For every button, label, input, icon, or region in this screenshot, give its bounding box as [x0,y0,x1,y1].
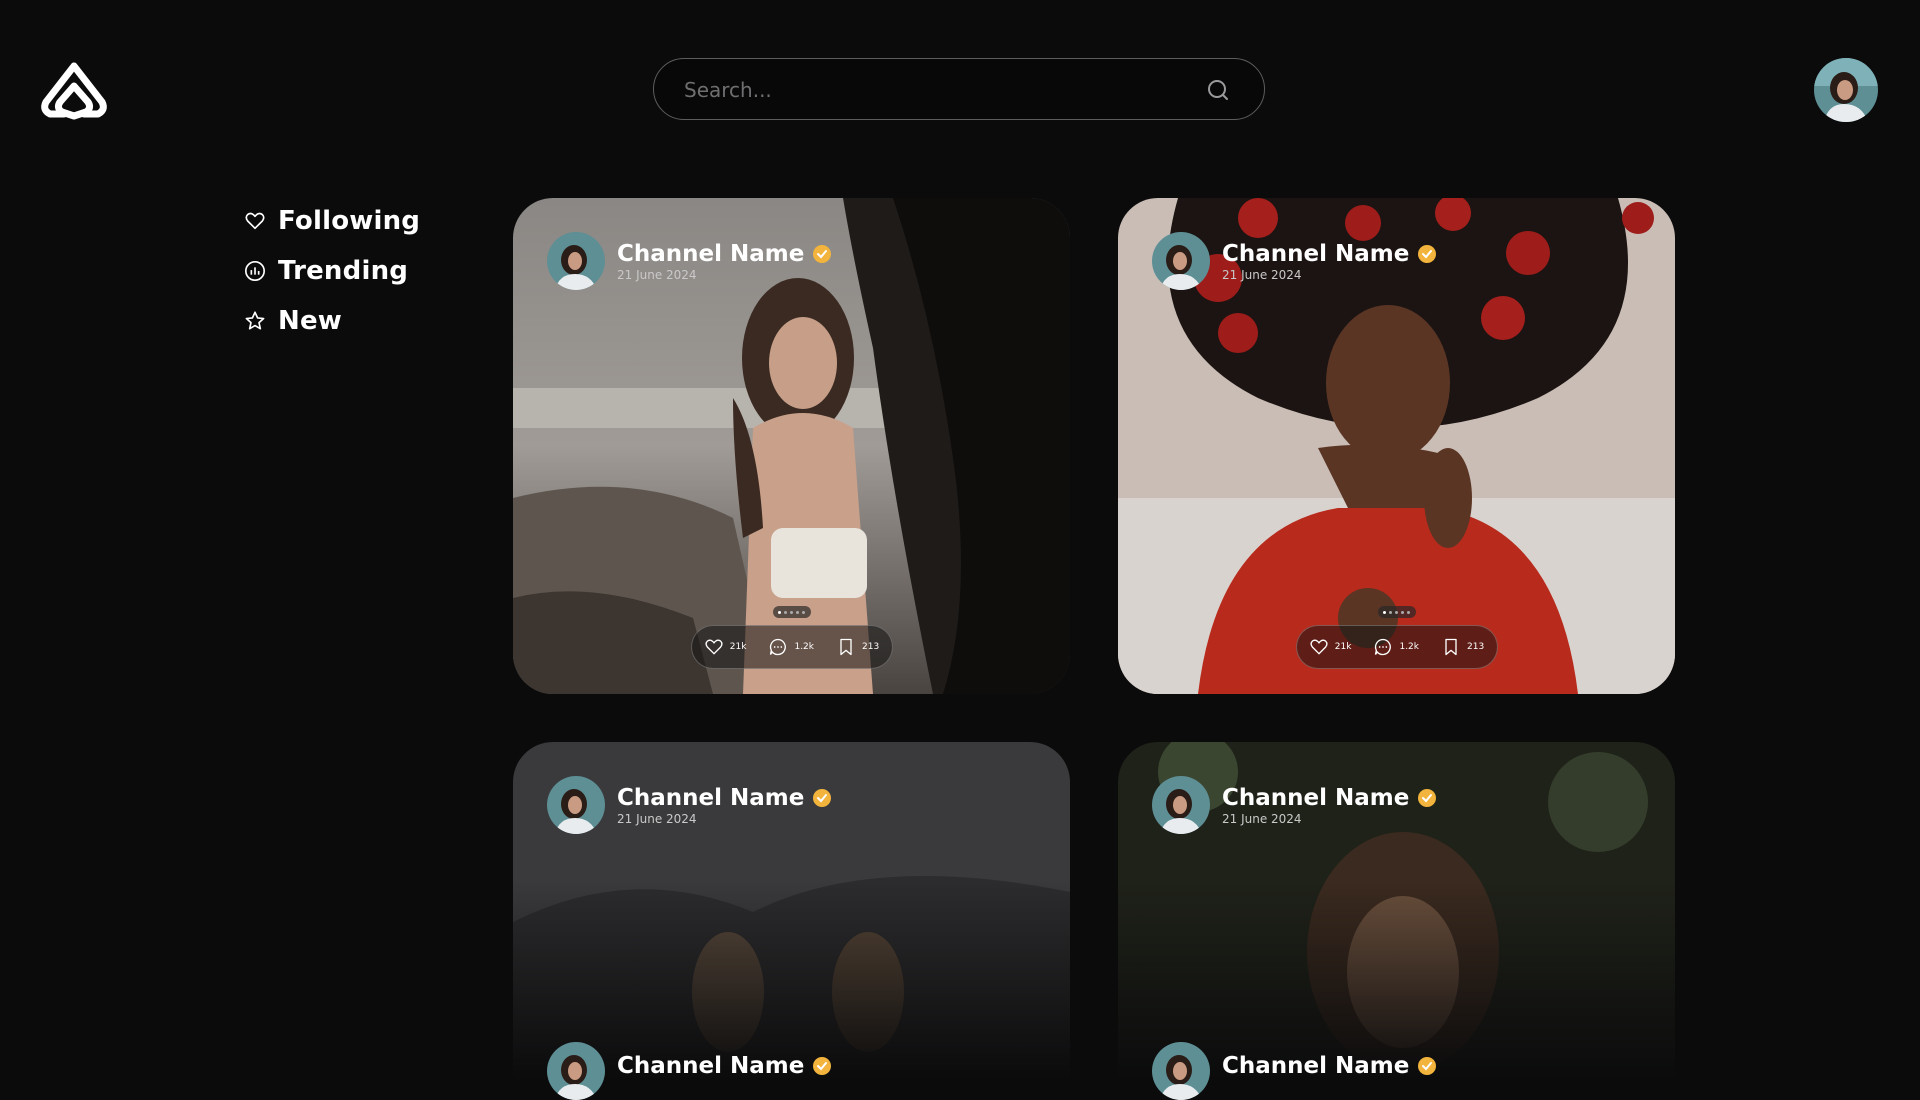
channel-avatar[interactable] [1152,776,1210,834]
comment-icon [1375,638,1392,656]
post-card[interactable]: Channel Name 21 June 2024 21k 1.2k 213 [1118,198,1675,694]
comment-count: 1.2k [1399,642,1419,652]
post-stats: 21k 1.2k 213 [1295,625,1498,669]
comment-count: 1.2k [794,642,814,652]
bar-chart-icon [245,261,265,281]
channel-name[interactable]: Channel Name [1222,1053,1409,1079]
search-input[interactable] [682,59,1186,121]
sidebar-nav: Following Trending New [244,196,420,346]
like-count: 21k [729,642,747,652]
channel-name[interactable]: Channel Name [617,1053,804,1079]
post-header: Channel Name 21 June 2024 [1152,232,1437,290]
verified-badge-icon [1418,244,1437,263]
bookmark-icon [1445,638,1457,656]
post-header: Channel Name 21 June 2024 [1152,776,1437,834]
post-header: Channel Name [547,1042,832,1100]
verified-badge-icon [1418,788,1437,807]
brand-logo-icon[interactable] [38,60,110,122]
verified-badge-icon [1418,1057,1437,1075]
post-date: 21 June 2024 [617,267,697,282]
post-date: 21 June 2024 [1222,811,1302,826]
verified-badge-icon [813,244,832,263]
carousel-indicator[interactable] [1377,606,1416,618]
channel-avatar[interactable] [547,776,605,834]
verified-badge-icon [813,788,832,807]
channel-name[interactable]: Channel Name [617,785,804,811]
post-card[interactable]: Channel Name 21 June 2024 21k 1.2k 213 [513,198,1070,694]
nav-item-label: Following [278,206,421,236]
bookmark-icon [840,638,852,656]
comment-button[interactable]: 1.2k [768,637,814,657]
channel-name[interactable]: Channel Name [617,241,804,267]
heart-icon [705,639,723,655]
nav-item-following[interactable]: Following [244,196,420,246]
star-icon [245,311,265,330]
comment-icon [770,638,787,656]
post-header: Channel Name 21 June 2024 [547,232,832,290]
nav-item-label: New [278,306,343,336]
search-icon[interactable] [1206,78,1230,102]
channel-avatar[interactable] [1152,232,1210,290]
channel-avatar[interactable] [1152,1042,1210,1100]
post-card[interactable]: Channel Name 21 June 2024 [1118,742,1675,1080]
post-stats: 21k 1.2k 213 [690,625,893,669]
heart-icon [1310,639,1328,655]
verified-badge-icon [813,1057,832,1075]
save-count: 213 [862,642,880,652]
post-date: 21 June 2024 [617,811,697,826]
search-bar [653,58,1265,121]
carousel-indicator[interactable] [772,606,811,618]
user-avatar[interactable] [1814,58,1878,122]
like-button[interactable]: 21k [704,637,747,657]
save-button[interactable]: 213 [836,637,879,657]
post-card[interactable]: Channel Name 21 June 2024 [513,742,1070,1080]
post-header: Channel Name 21 June 2024 [547,776,832,834]
channel-avatar[interactable] [547,1042,605,1100]
like-count: 21k [1334,642,1352,652]
channel-name[interactable]: Channel Name [1222,785,1409,811]
nav-item-new[interactable]: New [244,296,420,346]
comment-button[interactable]: 1.2k [1373,637,1419,657]
save-count: 213 [1467,642,1485,652]
post-header: Channel Name [1152,1042,1437,1100]
nav-item-label: Trending [278,256,409,286]
channel-avatar[interactable] [547,232,605,290]
like-button[interactable]: 21k [1309,637,1352,657]
save-button[interactable]: 213 [1441,637,1484,657]
post-date: 21 June 2024 [1222,267,1302,282]
channel-name[interactable]: Channel Name [1222,241,1409,267]
nav-item-trending[interactable]: Trending [244,246,420,296]
heart-icon [245,212,265,230]
